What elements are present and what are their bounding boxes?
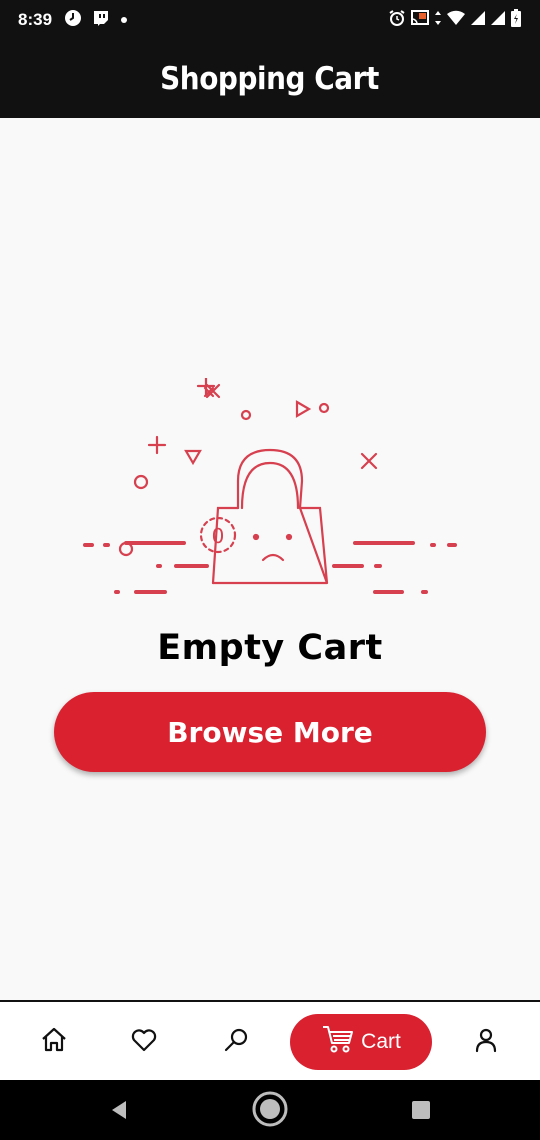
signal-icon (470, 9, 486, 32)
dot-icon (120, 11, 128, 29)
signal-icon (490, 9, 506, 32)
heart-icon (130, 1026, 158, 1059)
back-icon[interactable] (108, 1099, 130, 1126)
home-icon (40, 1026, 68, 1059)
status-time: 8:39 (18, 10, 53, 29)
clock-icon (64, 9, 82, 32)
nav-cart-active[interactable]: Cart (290, 1014, 432, 1070)
search-icon (222, 1026, 250, 1059)
browse-more-button[interactable]: Browse More (54, 692, 486, 772)
status-bar: 8:39 (0, 0, 540, 40)
empty-cart-title: Empty Cart (157, 628, 383, 668)
bottom-navigation: Cart (0, 1000, 540, 1080)
main-content: 0 Empty Cart Browse More (0, 118, 540, 1000)
data-arrows-icon (434, 9, 442, 32)
twitch-icon (92, 9, 110, 32)
nav-cart-label: Cart (361, 1030, 401, 1053)
user-icon (472, 1026, 500, 1059)
system-navigation-bar (0, 1080, 540, 1140)
cast-icon (410, 9, 430, 32)
wifi-icon (446, 9, 466, 32)
recents-icon[interactable] (410, 1099, 432, 1126)
nav-home[interactable] (34, 1014, 74, 1070)
app-bar: Shopping Cart (0, 40, 540, 118)
badge-count: 0 (212, 524, 225, 548)
battery-icon (510, 8, 522, 33)
nav-profile[interactable] (466, 1014, 506, 1070)
alarm-icon (388, 9, 406, 32)
nav-search[interactable] (216, 1014, 256, 1070)
nav-favorites[interactable] (124, 1014, 164, 1070)
page-title: Shopping Cart (160, 61, 380, 97)
home-circle-icon[interactable] (251, 1090, 289, 1133)
cart-icon (321, 1024, 355, 1060)
